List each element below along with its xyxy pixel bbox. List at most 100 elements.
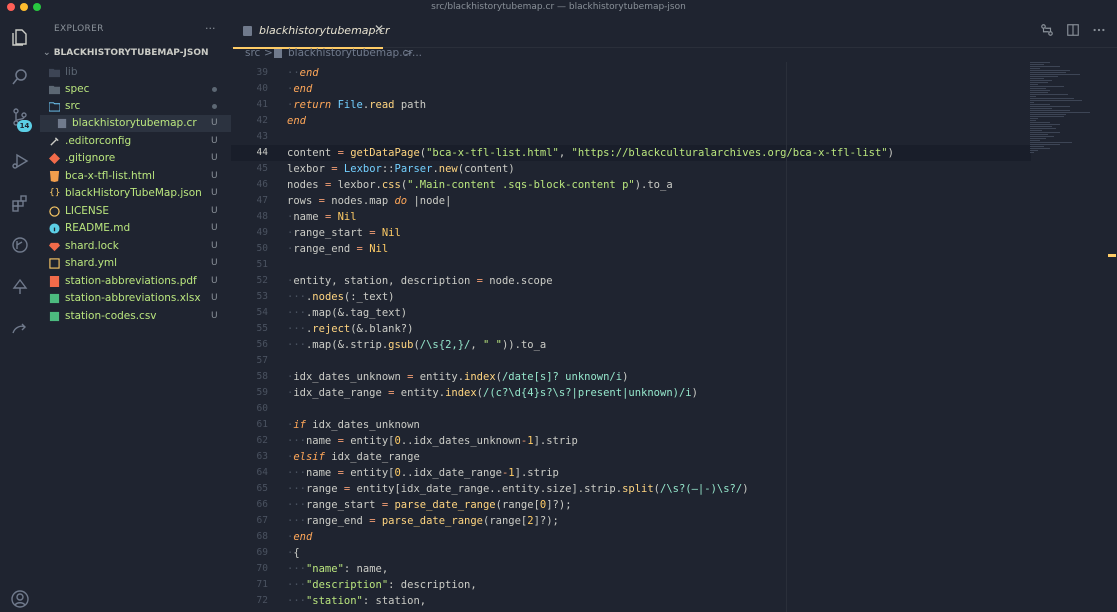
folder-icon bbox=[49, 67, 60, 78]
tree-item-label: shard.lock bbox=[65, 240, 119, 252]
code-line: 43 bbox=[231, 129, 1031, 145]
git-status-badge: U bbox=[211, 293, 218, 303]
zoom-window-button[interactable] bbox=[33, 3, 41, 11]
close-window-button[interactable] bbox=[7, 3, 15, 11]
chevron-right-icon: > bbox=[264, 47, 273, 59]
line-number: 65 bbox=[256, 483, 268, 494]
line-number: 61 bbox=[256, 419, 268, 430]
line-number: 39 bbox=[256, 67, 268, 78]
git-status-badge: U bbox=[211, 258, 218, 268]
accounts-icon[interactable] bbox=[9, 588, 31, 610]
code-line: 46 nodes = lexbor.css(".Main-content .sqs… bbox=[231, 177, 1031, 193]
line-number: 66 bbox=[256, 499, 268, 510]
breadcrumb-src[interactable]: src bbox=[245, 47, 260, 59]
line-number: 53 bbox=[256, 291, 268, 302]
git-status-badge: U bbox=[211, 276, 218, 286]
git-icon bbox=[49, 153, 60, 164]
explorer-header: EXPLORER bbox=[54, 24, 104, 34]
minimap[interactable] bbox=[1030, 62, 1110, 202]
title-bar: src/blackhistorytubemap.cr — blackhistor… bbox=[0, 0, 1117, 14]
git-status-badge: U bbox=[211, 136, 218, 146]
git-status-badge: U bbox=[211, 118, 218, 128]
line-number: 43 bbox=[256, 131, 268, 142]
line-number: 45 bbox=[256, 163, 268, 174]
more-actions-icon[interactable] bbox=[1091, 23, 1107, 39]
breadcrumb-symbol[interactable]: ... bbox=[412, 47, 422, 59]
tree-file-bca-html[interactable]: bca-x-tfl-list.html U bbox=[40, 168, 231, 185]
tree-file-csv[interactable]: station-codes.csv U bbox=[40, 308, 231, 325]
tree-file-shard-yml[interactable]: shard.yml U bbox=[40, 255, 231, 272]
tree-file-json[interactable]: {} blackHistoryTubeMap.json U bbox=[40, 185, 231, 202]
close-icon[interactable]: ✕ bbox=[374, 22, 384, 36]
line-number: 42 bbox=[256, 115, 268, 126]
gem-icon bbox=[49, 241, 60, 252]
tree-folder-spec[interactable]: spec bbox=[40, 81, 231, 98]
window-title: src/blackhistorytubemap.cr — blackhistor… bbox=[431, 2, 686, 12]
open-changes-icon[interactable] bbox=[1039, 23, 1055, 39]
line-number: 64 bbox=[256, 467, 268, 478]
code-line-current: 44 content = getDataPage("bca-x-tfl-list.… bbox=[231, 145, 1031, 161]
line-number: 62 bbox=[256, 435, 268, 446]
tree-file-pdf[interactable]: station-abbreviations.pdf U bbox=[40, 273, 231, 290]
folder-open-icon bbox=[48, 101, 61, 112]
editor-ruler bbox=[786, 62, 787, 612]
tree-item-label: station-abbreviations.xlsx bbox=[65, 292, 201, 304]
split-editor-icon[interactable] bbox=[1065, 23, 1081, 39]
folder-icon bbox=[49, 84, 60, 95]
tree-file-license[interactable]: LICENSE U bbox=[40, 203, 231, 220]
tree-file-blackhistorytubemap-cr[interactable]: blackhistorytubemap.cr U bbox=[40, 115, 231, 132]
code-line: 47 rows = nodes.map do |node| bbox=[231, 193, 1031, 209]
tree-file-shard-lock[interactable]: shard.lock U bbox=[40, 238, 231, 255]
code-line: 62 ···name = entity[0..idx_dates_unknown-… bbox=[231, 433, 1031, 449]
chevron-down-icon: ⌄ bbox=[43, 48, 54, 58]
breadcrumb-file[interactable]: blackhistorytubemap.cr bbox=[288, 47, 413, 59]
line-number: 51 bbox=[256, 259, 268, 270]
explorer-icon[interactable] bbox=[9, 26, 31, 48]
search-icon[interactable] bbox=[9, 66, 31, 88]
tree-folder-lib[interactable]: lib bbox=[40, 64, 231, 81]
yaml-file-icon bbox=[49, 258, 60, 269]
code-line: 52 ·entity, station, description = node.s… bbox=[231, 273, 1031, 289]
tree-file-gitignore[interactable]: .gitignore U bbox=[40, 150, 231, 167]
tree-file-readme[interactable]: README.md U bbox=[40, 220, 231, 237]
code-line: 45 lexbor = Lexbor::Parser.new(content) bbox=[231, 161, 1031, 177]
line-number: 57 bbox=[256, 355, 268, 366]
tree-file-editorconfig[interactable]: .editorconfig U bbox=[40, 133, 231, 150]
code-line: 58 ·idx_dates_unknown = entity.index(/dat… bbox=[231, 369, 1031, 385]
run-debug-icon[interactable] bbox=[9, 150, 31, 172]
code-line: 65 ···range = entity[idx_date_range..enti… bbox=[231, 481, 1031, 497]
editorconfig-icon bbox=[49, 136, 60, 147]
line-number: 48 bbox=[256, 211, 268, 222]
code-line: 66 ···range_start = parse_date_range(rang… bbox=[231, 497, 1031, 513]
code-editor[interactable]: 39 ··end 40 ·end 41 ·return File.read path … bbox=[231, 62, 1117, 612]
code-line: 57 bbox=[231, 353, 1031, 369]
line-number: 59 bbox=[256, 387, 268, 398]
license-icon bbox=[49, 206, 60, 217]
line-number: 67 bbox=[256, 515, 268, 526]
line-number: 40 bbox=[256, 83, 268, 94]
tree-file-xlsx[interactable]: station-abbreviations.xlsx U bbox=[40, 290, 231, 307]
line-number: 71 bbox=[256, 579, 268, 590]
git-status-badge: U bbox=[211, 153, 218, 163]
code-line: 70 ···"name": name, bbox=[231, 561, 1031, 577]
scrollbar-marker bbox=[1108, 254, 1116, 257]
extensions-icon[interactable] bbox=[9, 192, 31, 214]
tree-item-label: bca-x-tfl-list.html bbox=[65, 170, 155, 182]
explorer-more-button[interactable]: ··· bbox=[205, 22, 216, 35]
tab-blackhistorytubemap-cr[interactable]: blackhistorytubemap.cr ✕ bbox=[233, 14, 390, 49]
git-graph-icon[interactable] bbox=[9, 234, 31, 256]
tree-view-icon[interactable] bbox=[9, 276, 31, 298]
minimize-window-button[interactable] bbox=[20, 3, 28, 11]
code-line: 51 bbox=[231, 257, 1031, 273]
code-line: 39 ··end bbox=[231, 65, 1031, 81]
code-line: 48 ·name = Nil bbox=[231, 209, 1031, 225]
code-line: 59 ·idx_date_range = entity.index(/(c?\d{… bbox=[231, 385, 1031, 401]
tree-folder-src[interactable]: src bbox=[40, 98, 231, 115]
line-number: 54 bbox=[256, 307, 268, 318]
tree-item-label: shard.yml bbox=[65, 257, 118, 269]
remote-explorer-icon[interactable] bbox=[9, 318, 31, 340]
crystal-file-icon bbox=[243, 26, 252, 36]
workspace-root[interactable]: ⌄ BLACKHISTORYTUBEMAP-JSON bbox=[43, 48, 209, 58]
git-status-badge: U bbox=[211, 223, 218, 233]
code-line: 61 ·if idx_dates_unknown bbox=[231, 417, 1031, 433]
